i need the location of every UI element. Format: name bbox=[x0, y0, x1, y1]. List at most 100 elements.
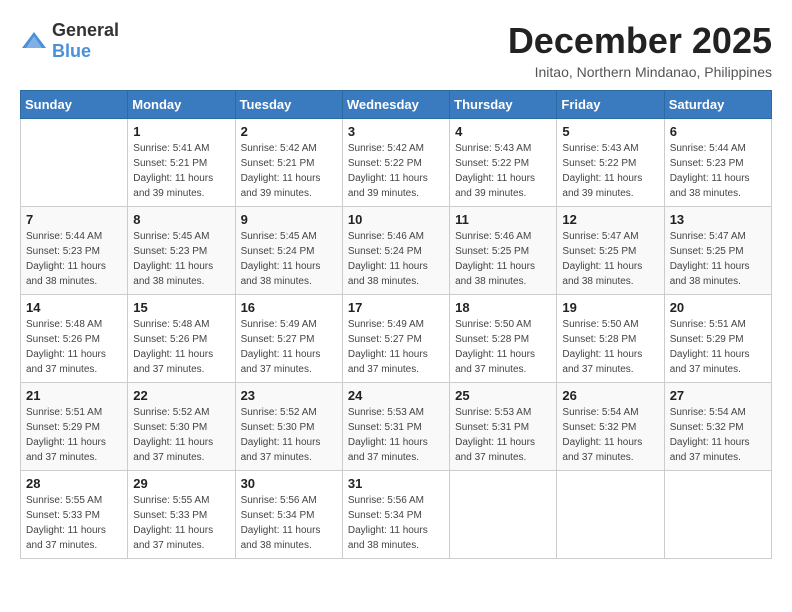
daylight-text: Daylight: 11 hours and 38 minutes. bbox=[562, 261, 642, 287]
daylight-text: Daylight: 11 hours and 38 minutes. bbox=[241, 525, 321, 551]
day-number: 31 bbox=[348, 476, 444, 491]
daylight-text: Daylight: 11 hours and 39 minutes. bbox=[455, 173, 535, 199]
sunset-text: Sunset: 5:25 PM bbox=[455, 246, 529, 257]
sunset-text: Sunset: 5:21 PM bbox=[133, 158, 207, 169]
day-number: 22 bbox=[133, 388, 229, 403]
sunset-text: Sunset: 5:31 PM bbox=[348, 422, 422, 433]
sunset-text: Sunset: 5:32 PM bbox=[670, 422, 744, 433]
day-info: Sunrise: 5:54 AMSunset: 5:32 PMDaylight:… bbox=[562, 405, 658, 465]
sunrise-text: Sunrise: 5:53 AM bbox=[455, 407, 531, 418]
sunset-text: Sunset: 5:30 PM bbox=[241, 422, 315, 433]
day-number: 20 bbox=[670, 300, 766, 315]
day-number: 10 bbox=[348, 212, 444, 227]
calendar-cell: 7Sunrise: 5:44 AMSunset: 5:23 PMDaylight… bbox=[21, 207, 128, 295]
logo-icon bbox=[20, 30, 48, 52]
calendar-cell: 14 Sunrise: 5:48 AMSunset: 5:26 PMDayligh… bbox=[21, 295, 128, 383]
calendar-cell bbox=[21, 119, 128, 207]
calendar-week-5: 28 Sunrise: 5:55 AMSunset: 5:33 PMDayligh… bbox=[21, 471, 772, 559]
calendar-cell: 2Sunrise: 5:42 AMSunset: 5:21 PMDaylight… bbox=[235, 119, 342, 207]
calendar-cell: 29Sunrise: 5:55 AMSunset: 5:33 PMDayligh… bbox=[128, 471, 235, 559]
daylight-text: Daylight: 11 hours and 37 minutes. bbox=[133, 437, 213, 463]
day-number: 11 bbox=[455, 212, 551, 227]
daylight-text: Daylight: 11 hours and 38 minutes. bbox=[670, 173, 750, 199]
calendar: SundayMondayTuesdayWednesdayThursdayFrid… bbox=[20, 90, 772, 559]
day-number: 12 bbox=[562, 212, 658, 227]
weekday-header-tuesday: Tuesday bbox=[235, 91, 342, 119]
daylight-text: Daylight: 11 hours and 37 minutes. bbox=[455, 437, 535, 463]
sunset-text: Sunset: 5:33 PM bbox=[26, 510, 100, 521]
calendar-cell: 25 Sunrise: 5:53 AM Sunset: 5:31 PM Dayligh… bbox=[450, 383, 557, 471]
sunset-text: Sunset: 5:27 PM bbox=[241, 334, 315, 345]
calendar-cell: 6Sunrise: 5:44 AMSunset: 5:23 PMDaylight… bbox=[664, 119, 771, 207]
sunrise-text: Sunrise: 5:48 AM bbox=[133, 319, 209, 330]
daylight-text: Daylight: 11 hours and 37 minutes. bbox=[348, 349, 428, 375]
day-info: Sunrise: 5:46 AMSunset: 5:24 PMDaylight:… bbox=[348, 229, 444, 289]
day-info: Sunrise: 5:49 AMSunset: 5:27 PMDaylight:… bbox=[241, 317, 337, 377]
day-info: Sunrise: 5:51 AMSunset: 5:29 PMDaylight:… bbox=[670, 317, 766, 377]
day-info: Sunrise: 5:44 AMSunset: 5:23 PMDaylight:… bbox=[26, 229, 122, 289]
daylight-text: Daylight: 11 hours and 37 minutes. bbox=[26, 437, 106, 463]
calendar-cell: 20 Sunrise: 5:51 AMSunset: 5:29 PMDayligh… bbox=[664, 295, 771, 383]
day-info: Sunrise: 5:55 AMSunset: 5:33 PMDaylight:… bbox=[26, 493, 122, 553]
daylight-text: Daylight: 11 hours and 37 minutes. bbox=[26, 349, 106, 375]
daylight-text: Daylight: 11 hours and 37 minutes. bbox=[562, 437, 642, 463]
sunrise-text: Sunrise: 5:52 AM bbox=[133, 407, 209, 418]
day-info: Sunrise: 5:48 AMSunset: 5:26 PMDaylight:… bbox=[26, 317, 122, 377]
sunset-text: Sunset: 5:23 PM bbox=[670, 158, 744, 169]
calendar-cell: 17Sunrise: 5:49 AMSunset: 5:27 PMDayligh… bbox=[342, 295, 449, 383]
calendar-cell: 11 Sunrise: 5:46 AM Sunset: 5:25 PM Dayligh… bbox=[450, 207, 557, 295]
weekday-header-saturday: Saturday bbox=[664, 91, 771, 119]
daylight-text: Daylight: 11 hours and 37 minutes. bbox=[133, 525, 213, 551]
day-number: 23 bbox=[241, 388, 337, 403]
daylight-text: Daylight: 11 hours and 38 minutes. bbox=[26, 261, 106, 287]
day-number: 9 bbox=[241, 212, 337, 227]
day-info: Sunrise: 5:47 AMSunset: 5:25 PMDaylight:… bbox=[670, 229, 766, 289]
day-number: 28 bbox=[26, 476, 122, 491]
daylight-text: Daylight: 11 hours and 38 minutes. bbox=[348, 261, 428, 287]
day-info: Sunrise: 5:46 AM Sunset: 5:25 PM Daylight:… bbox=[455, 229, 551, 289]
day-info: Sunrise: 5:53 AM Sunset: 5:31 PM Daylight:… bbox=[348, 405, 444, 465]
calendar-week-1: 1Sunrise: 5:41 AMSunset: 5:21 PMDaylight… bbox=[21, 119, 772, 207]
daylight-text: Daylight: 11 hours and 38 minutes. bbox=[455, 261, 535, 287]
sunrise-text: Sunrise: 5:46 AM bbox=[455, 231, 531, 242]
sunrise-text: Sunrise: 5:42 AM bbox=[241, 143, 317, 154]
sunrise-text: Sunrise: 5:53 AM bbox=[348, 407, 424, 418]
day-number: 1 bbox=[133, 124, 229, 139]
sunset-text: Sunset: 5:21 PM bbox=[241, 158, 315, 169]
weekday-header-wednesday: Wednesday bbox=[342, 91, 449, 119]
sunrise-text: Sunrise: 5:56 AM bbox=[241, 495, 317, 506]
sunrise-text: Sunrise: 5:47 AM bbox=[670, 231, 746, 242]
calendar-cell: 10 Sunrise: 5:46 AMSunset: 5:24 PMDayligh… bbox=[342, 207, 449, 295]
sunset-text: Sunset: 5:31 PM bbox=[455, 422, 529, 433]
day-number: 5 bbox=[562, 124, 658, 139]
sunrise-text: Sunrise: 5:49 AM bbox=[348, 319, 424, 330]
sunrise-text: Sunrise: 5:54 AM bbox=[670, 407, 746, 418]
day-info: Sunrise: 5:50 AMSunset: 5:28 PMDaylight:… bbox=[455, 317, 551, 377]
sunset-text: Sunset: 5:33 PM bbox=[133, 510, 207, 521]
sunrise-text: Sunrise: 5:47 AM bbox=[562, 231, 638, 242]
daylight-text: Daylight: 11 hours and 37 minutes. bbox=[348, 437, 428, 463]
day-info: Sunrise: 5:42 AM Sunset: 5:21 PM Daylight:… bbox=[241, 141, 337, 201]
day-info: Sunrise: 5:42 AMSunset: 5:22 PMDaylight:… bbox=[348, 141, 444, 201]
sunrise-text: Sunrise: 5:46 AM bbox=[348, 231, 424, 242]
month-title: December 2025 bbox=[508, 20, 772, 62]
day-info: Sunrise: 5:55 AMSunset: 5:33 PMDaylight:… bbox=[133, 493, 229, 553]
sunrise-text: Sunrise: 5:42 AM bbox=[348, 143, 424, 154]
day-number: 25 bbox=[455, 388, 551, 403]
daylight-text: Daylight: 11 hours and 38 minutes. bbox=[348, 525, 428, 551]
sunrise-text: Sunrise: 5:52 AM bbox=[241, 407, 317, 418]
day-number: 8 bbox=[133, 212, 229, 227]
calendar-cell: 22 Sunrise: 5:52 AMSunset: 5:30 PMDayligh… bbox=[128, 383, 235, 471]
sunset-text: Sunset: 5:28 PM bbox=[455, 334, 529, 345]
calendar-cell: 16Sunrise: 5:49 AMSunset: 5:27 PMDayligh… bbox=[235, 295, 342, 383]
day-number: 14 bbox=[26, 300, 122, 315]
sunset-text: Sunset: 5:22 PM bbox=[455, 158, 529, 169]
day-info: Sunrise: 5:50 AMSunset: 5:28 PMDaylight:… bbox=[562, 317, 658, 377]
calendar-cell: 15Sunrise: 5:48 AMSunset: 5:26 PMDayligh… bbox=[128, 295, 235, 383]
calendar-cell: 21Sunrise: 5:51 AMSunset: 5:29 PMDayligh… bbox=[21, 383, 128, 471]
day-info: Sunrise: 5:49 AMSunset: 5:27 PMDaylight:… bbox=[348, 317, 444, 377]
day-info: Sunrise: 5:44 AMSunset: 5:23 PMDaylight:… bbox=[670, 141, 766, 201]
day-info: Sunrise: 5:52 AMSunset: 5:30 PMDaylight:… bbox=[133, 405, 229, 465]
daylight-text: Daylight: 11 hours and 39 minutes. bbox=[241, 173, 321, 199]
day-info: Sunrise: 5:47 AMSunset: 5:25 PMDaylight:… bbox=[562, 229, 658, 289]
